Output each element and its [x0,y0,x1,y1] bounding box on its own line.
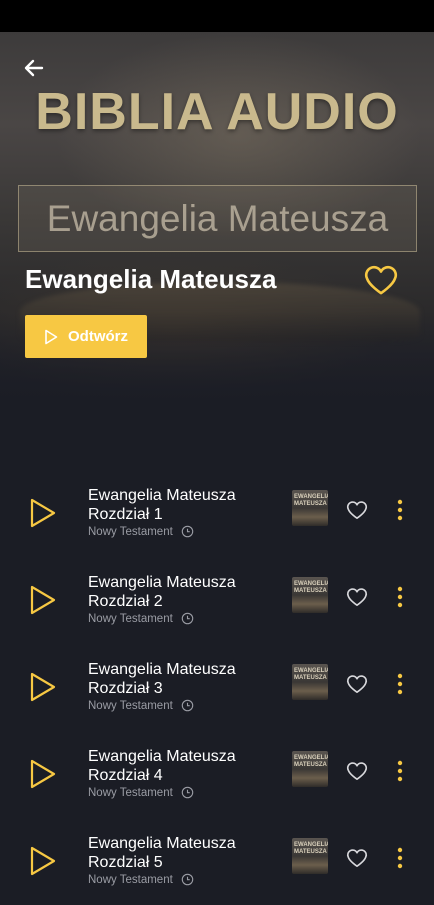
track-row[interactable]: Ewangelia Mateusza Rozdział 3 Nowy Testa… [0,644,434,731]
track-title: Ewangelia Mateusza Rozdział 2 [88,574,236,610]
track-thumbnail: EWANGELIA MATEUSZA [292,664,328,700]
track-row[interactable]: Ewangelia Mateusza Rozdział 2 Nowy Testa… [0,557,434,644]
album-cover-banner: Ewangelia Mateusza [18,185,417,252]
play-icon[interactable] [28,671,58,703]
track-subtitle: Nowy Testament [88,525,173,538]
heart-icon[interactable] [346,761,368,781]
track-meta: Nowy Testament [88,786,194,799]
more-vertical-icon[interactable] [394,672,406,696]
clock-icon [181,525,194,538]
play-all-label: Odtwórz [68,328,128,345]
clock-icon [181,786,194,799]
track-title: Ewangelia Mateusza Rozdział 4 [88,748,236,784]
track-title: Ewangelia Mateusza Rozdział 3 [88,661,236,697]
track-meta: Nowy Testament [88,525,194,538]
play-all-button[interactable]: Odtwórz [25,315,147,358]
clock-icon [181,873,194,886]
heart-icon[interactable] [346,500,368,520]
cover-text: Ewangelia Mateusza [46,197,389,239]
track-subtitle: Nowy Testament [88,612,173,625]
heart-icon[interactable] [346,587,368,607]
heart-icon[interactable] [346,674,368,694]
track-list: Ewangelia Mateusza Rozdział 1 Nowy Testa… [0,470,434,905]
track-row[interactable]: Ewangelia Mateusza Rozdział 1 Nowy Testa… [0,470,434,557]
back-button[interactable] [20,54,48,82]
track-title: Ewangelia Mateusza Rozdział 5 [88,835,236,871]
track-title: Ewangelia Mateusza Rozdział 1 [88,487,236,523]
more-vertical-icon[interactable] [394,759,406,783]
clock-icon [181,612,194,625]
thumbnail-logo-text: EWANGELIA MATEUSZA [294,494,328,507]
more-vertical-icon[interactable] [394,498,406,522]
track-row[interactable]: Ewangelia Mateusza Rozdział 5 Nowy Testa… [0,818,434,905]
play-icon[interactable] [28,758,58,790]
track-meta: Nowy Testament [88,699,194,712]
play-icon[interactable] [28,584,58,616]
play-icon[interactable] [28,845,58,877]
clock-icon [181,699,194,712]
play-icon[interactable] [28,497,58,529]
more-vertical-icon[interactable] [394,585,406,609]
track-subtitle: Nowy Testament [88,786,173,799]
favorite-button[interactable] [363,264,399,296]
track-thumbnail: EWANGELIA MATEUSZA [292,577,328,613]
play-icon [45,329,58,344]
album-title: Ewangelia Mateusza [25,264,277,294]
track-thumbnail: EWANGELIA MATEUSZA [292,751,328,787]
heart-icon [364,265,398,295]
thumbnail-logo-text: EWANGELIA MATEUSZA [294,842,328,855]
thumbnail-logo-text: EWANGELIA MATEUSZA [294,755,328,768]
thumbnail-logo-text: EWANGELIA MATEUSZA [294,581,328,594]
track-thumbnail: EWANGELIA MATEUSZA [292,838,328,874]
track-subtitle: Nowy Testament [88,699,173,712]
status-bar [0,0,434,32]
more-vertical-icon[interactable] [394,846,406,870]
track-thumbnail: EWANGELIA MATEUSZA [292,490,328,526]
heart-icon[interactable] [346,848,368,868]
brand-title: BIBLIA AUDIO [35,83,399,141]
track-subtitle: Nowy Testament [88,873,173,886]
track-meta: Nowy Testament [88,873,194,886]
track-meta: Nowy Testament [88,612,194,625]
track-row[interactable]: Ewangelia Mateusza Rozdział 4 Nowy Testa… [0,731,434,818]
arrow-left-icon [24,59,44,77]
thumbnail-logo-text: EWANGELIA MATEUSZA [294,668,328,681]
